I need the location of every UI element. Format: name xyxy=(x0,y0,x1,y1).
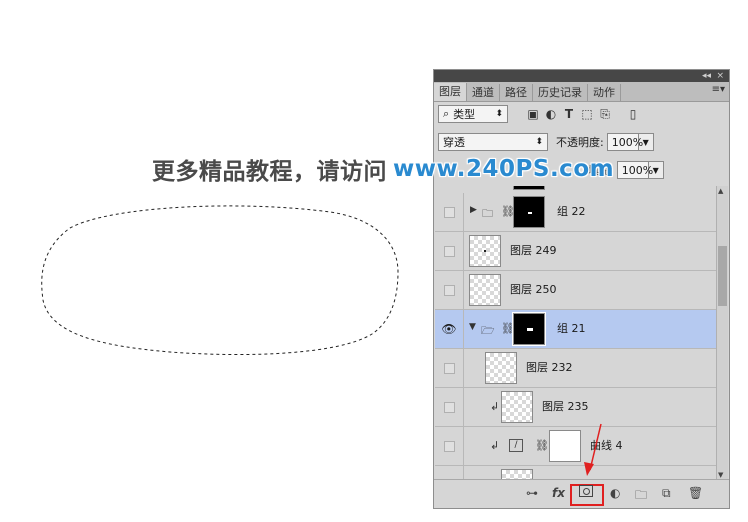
hidden-eye-icon xyxy=(443,245,455,257)
clipping-arrow-icon: ↲ xyxy=(490,400,500,413)
stepper-icon: ⬍ xyxy=(535,137,543,147)
layer-name[interactable]: 图层 232 xyxy=(526,349,573,387)
curves-adjustment-icon: ∕ xyxy=(509,439,523,452)
fill-input[interactable]: 100% xyxy=(616,161,653,179)
blend-mode-value: 穿透 xyxy=(443,136,465,149)
blend-mode-select[interactable]: 穿透 ⬍ xyxy=(438,133,548,151)
layer-row[interactable]: ↲ 图层 235 xyxy=(435,388,716,427)
layer-row[interactable]: ▶ 🗀 ⛓ 组 22 xyxy=(435,193,716,232)
shape-filter-icon[interactable]: ⬚ xyxy=(578,106,596,122)
panel-tabs: 图层 通道 路径 历史记录 动作 ≡▾ xyxy=(434,82,729,102)
folder-icon: 🗀 xyxy=(482,207,493,220)
image-filter-icon[interactable]: ▣ xyxy=(524,106,542,122)
trash-icon[interactable]: 🗑 xyxy=(688,486,703,500)
mask-thumbnail[interactable] xyxy=(513,196,545,228)
visibility-toggle[interactable] xyxy=(435,466,464,480)
visibility-toggle[interactable] xyxy=(435,271,464,309)
filter-row: ⌕ 类型 ⬍ ▣ ◐ T ⬚ ⎘ ▯ xyxy=(438,105,642,123)
layer-name[interactable]: 图层 249 xyxy=(510,232,557,270)
tab-paths[interactable]: 路径 xyxy=(500,84,533,101)
smart-object-filter-icon[interactable]: ⎘ xyxy=(596,106,614,122)
layer-row[interactable]: 图层 232 xyxy=(435,349,716,388)
layer-name[interactable]: 组 22 xyxy=(557,193,586,231)
layer-row[interactable]: ↲ ∕ ⛓ 曲线 4 xyxy=(435,427,716,466)
close-icon[interactable]: × xyxy=(716,70,724,82)
type-filter-icon[interactable]: T xyxy=(560,106,578,122)
panel-titlebar[interactable]: ◂◂ × xyxy=(434,70,729,82)
open-folder-icon: 🗁 xyxy=(481,324,495,337)
filter-kind-value: 类型 xyxy=(453,108,476,121)
link-icon[interactable]: ⛓ xyxy=(535,439,549,452)
blend-row: 穿透 ⬍ 不透明度: 100% ▼ xyxy=(438,133,654,151)
collapse-arrow-icon[interactable]: ▼ xyxy=(469,322,476,332)
layer-thumbnail[interactable] xyxy=(485,352,517,384)
mask-thumbnail[interactable] xyxy=(512,312,546,346)
layer-thumbnail[interactable] xyxy=(469,235,501,267)
layer-list-scrollbar[interactable]: ▲ ▼ xyxy=(716,186,728,480)
visibility-toggle[interactable] xyxy=(435,232,464,270)
layer-row[interactable]: 图层 249 xyxy=(435,232,716,271)
layer-name[interactable]: 曲线 4 xyxy=(590,427,623,465)
tab-layers[interactable]: 图层 xyxy=(434,83,467,101)
layer-list: ▶ 🗀 ⛓ 组 22 图层 249 图层 250 👁 ▼ 🗁 ⛓ 组 21 图层… xyxy=(435,186,716,480)
hidden-eye-icon xyxy=(443,440,455,452)
add-mask-icon[interactable] xyxy=(579,485,593,497)
link-icon[interactable]: ⊶ xyxy=(526,486,538,500)
watermark-url: www.240PS.com xyxy=(393,156,615,182)
hidden-eye-icon xyxy=(443,284,455,296)
panel-menu-icon[interactable]: ≡▾ xyxy=(712,84,725,95)
layer-thumbnail[interactable] xyxy=(469,274,501,306)
panel-bottom-toolbar: ⊶ fx ◐ 🗀 ⧉ 🗑 xyxy=(434,479,729,508)
tab-history[interactable]: 历史记录 xyxy=(533,84,588,101)
new-group-icon[interactable]: 🗀 xyxy=(635,486,647,507)
layer-name[interactable]: 图层 250 xyxy=(510,271,557,309)
scroll-down-icon[interactable]: ▼ xyxy=(718,471,723,479)
expand-arrow-icon[interactable]: ▶ xyxy=(470,205,477,215)
visibility-toggle[interactable]: 👁 xyxy=(435,310,464,348)
visibility-toggle[interactable] xyxy=(435,388,464,426)
adjustment-layer-icon[interactable]: ◐ xyxy=(610,486,620,500)
layer-name[interactable]: 图层 235 xyxy=(542,388,589,426)
watermark-banner: 更多精品教程，请访问 www.240PS.com xyxy=(152,152,614,186)
adjustment-filter-icon[interactable]: ◐ xyxy=(542,106,560,122)
visibility-toggle[interactable] xyxy=(435,193,464,231)
layers-panel: ◂◂ × 图层 通道 路径 历史记录 动作 ≡▾ ⌕ 类型 ⬍ ▣ ◐ T ⬚ … xyxy=(433,69,730,509)
collapse-icon[interactable]: ◂◂ xyxy=(702,70,711,82)
visibility-toggle[interactable] xyxy=(435,349,464,387)
watermark-text: 更多精品教程，请访问 xyxy=(152,159,387,185)
stepper-icon: ⬍ xyxy=(495,109,503,119)
visibility-toggle[interactable] xyxy=(435,427,464,465)
hidden-eye-icon xyxy=(443,362,455,374)
hidden-eye-icon xyxy=(443,401,455,413)
tab-actions[interactable]: 动作 xyxy=(588,84,621,101)
partial-layer-thumbnail xyxy=(513,186,545,190)
filter-toggle-icon[interactable]: ▯ xyxy=(624,106,642,122)
filter-kind-select[interactable]: ⌕ 类型 ⬍ xyxy=(438,105,508,123)
layer-row-selected[interactable]: 👁 ▼ 🗁 ⛓ 组 21 xyxy=(435,310,716,349)
new-layer-icon[interactable]: ⧉ xyxy=(662,486,671,501)
scroll-up-icon[interactable]: ▲ xyxy=(718,187,723,195)
search-icon: ⌕ xyxy=(443,107,450,120)
eye-icon: 👁 xyxy=(441,322,457,336)
scrollbar-thumb[interactable] xyxy=(718,246,727,306)
tab-channels[interactable]: 通道 xyxy=(467,84,500,101)
mask-thumbnail[interactable] xyxy=(549,430,581,462)
opacity-input[interactable]: 100% xyxy=(606,133,643,151)
layer-thumbnail[interactable] xyxy=(501,391,533,423)
layer-row-partial[interactable] xyxy=(435,466,716,480)
opacity-label: 不透明度: xyxy=(556,136,604,149)
layer-name[interactable]: 组 21 xyxy=(557,310,586,348)
hidden-eye-icon xyxy=(443,206,455,218)
layer-row[interactable]: 图层 250 xyxy=(435,271,716,310)
fx-icon[interactable]: fx xyxy=(552,486,565,500)
clipping-arrow-icon: ↲ xyxy=(490,439,500,452)
